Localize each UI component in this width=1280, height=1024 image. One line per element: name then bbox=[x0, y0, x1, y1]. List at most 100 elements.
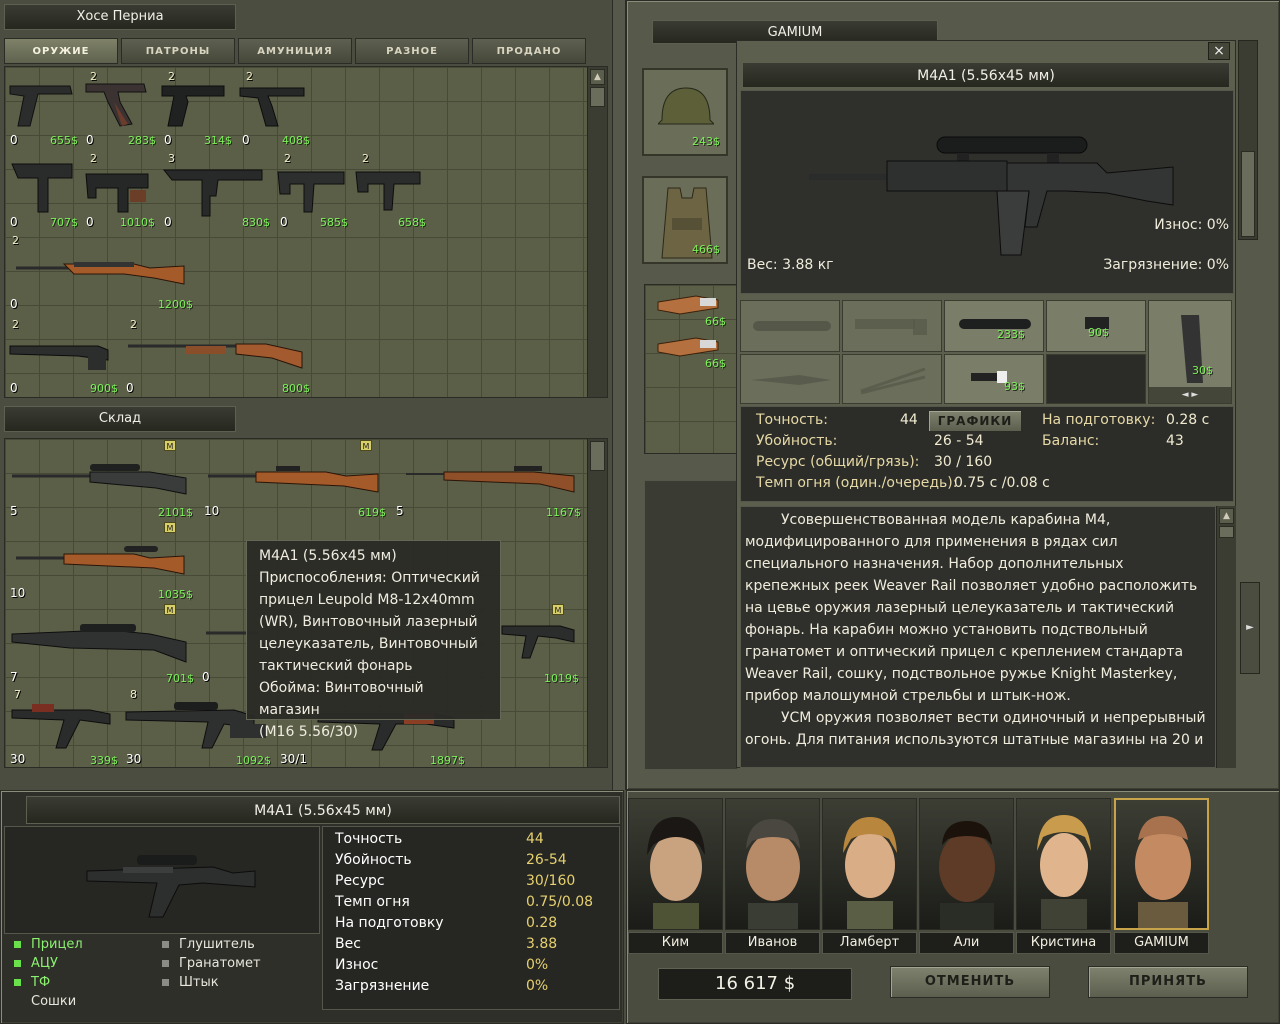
scroll-up-arrow-icon[interactable]: ▲ bbox=[590, 69, 605, 85]
pistol-icon[interactable] bbox=[238, 84, 308, 130]
shotgun-icon[interactable] bbox=[8, 340, 112, 374]
attachment-slot[interactable]: 90$ bbox=[1046, 300, 1146, 352]
buyer-scrollbar[interactable] bbox=[1238, 40, 1258, 240]
tab-misc[interactable]: РАЗНОЕ bbox=[355, 38, 469, 64]
face-icon bbox=[647, 817, 705, 929]
graphs-button[interactable]: ГРАФИКИ bbox=[928, 410, 1022, 432]
buyer-inventory-slot[interactable]: 466$ bbox=[642, 176, 728, 264]
tooltip-line: (M16 5.56/30) bbox=[259, 724, 358, 740]
portrait-kristina[interactable] bbox=[1016, 798, 1111, 930]
expand-arrow-button[interactable]: ► bbox=[1240, 582, 1260, 674]
item-count: 0 bbox=[202, 670, 210, 684]
rifle-icon[interactable] bbox=[14, 254, 188, 290]
bipod-icon bbox=[860, 367, 926, 395]
cancel-button[interactable]: ОТМЕНИТЬ bbox=[890, 966, 1050, 998]
scroll-thumb[interactable] bbox=[590, 441, 605, 471]
panel-divider bbox=[612, 0, 626, 790]
item-price: 283$ bbox=[128, 134, 156, 147]
option-laser: АЦУ bbox=[14, 956, 58, 971]
scroll-thumb[interactable] bbox=[590, 87, 605, 107]
shotgun-icon[interactable] bbox=[126, 338, 304, 374]
sniper-rifle-icon[interactable] bbox=[10, 460, 188, 498]
stat-value: 0.28 с bbox=[1166, 412, 1210, 428]
item-qty: 2 bbox=[12, 234, 19, 247]
magazine-arrows[interactable]: ◄ ► bbox=[1149, 387, 1231, 403]
item-price: 585$ bbox=[320, 216, 348, 229]
attachment-slot[interactable]: 30$ ◄ ► bbox=[1148, 300, 1232, 404]
attachment-slot[interactable] bbox=[842, 300, 942, 352]
attachment-slot[interactable] bbox=[740, 354, 840, 404]
portrait-name: Ламберт bbox=[822, 932, 917, 954]
description-scrollbar[interactable]: ▲ bbox=[1216, 506, 1236, 768]
portrait-ali[interactable] bbox=[919, 798, 1014, 930]
portrait-kim[interactable] bbox=[628, 798, 723, 930]
description-paragraph: Усовершенствованная модель карабина M4, … bbox=[745, 512, 1198, 704]
assault-rifle-icon bbox=[86, 855, 256, 918]
seller-scrollbar[interactable]: ▲ bbox=[587, 67, 607, 397]
pistol-icon[interactable] bbox=[84, 80, 150, 130]
shotgun-icon[interactable] bbox=[10, 620, 188, 666]
portrait-gamium[interactable] bbox=[1114, 798, 1209, 930]
stat-label: Убойность: bbox=[756, 433, 838, 449]
item-price: 2101$ bbox=[158, 506, 193, 519]
item-count: 7 bbox=[10, 670, 18, 684]
item-price: 339$ bbox=[90, 754, 118, 767]
rifle-icon[interactable] bbox=[14, 544, 188, 578]
portrait-lambert[interactable] bbox=[822, 798, 917, 930]
close-button[interactable]: × bbox=[1208, 42, 1230, 60]
face-icon bbox=[1135, 816, 1191, 928]
assault-rifle-icon[interactable] bbox=[500, 618, 576, 662]
rifle-icon[interactable] bbox=[404, 464, 576, 496]
tab-weapons[interactable]: ОРУЖИЕ bbox=[4, 38, 118, 64]
assault-rifle-icon[interactable] bbox=[10, 700, 114, 752]
stat-label: Темп огня (один./очередь): bbox=[756, 475, 958, 491]
rifle-icon[interactable] bbox=[206, 464, 382, 496]
smg-icon[interactable] bbox=[8, 160, 74, 216]
smg-icon[interactable] bbox=[276, 166, 346, 216]
storage-scrollbar[interactable] bbox=[587, 439, 607, 767]
item-count: 0 bbox=[10, 133, 18, 147]
portrait-name: Али bbox=[919, 932, 1014, 954]
scroll-up-arrow-icon[interactable]: ▲ bbox=[1219, 508, 1234, 524]
scroll-thumb[interactable] bbox=[1219, 526, 1234, 538]
option-flashlight: ТФ bbox=[14, 975, 50, 990]
attachment-slot[interactable] bbox=[842, 354, 942, 404]
stat-label: Ресурс (общий/грязь): bbox=[756, 454, 920, 470]
tab-ammo[interactable]: ПАТРОНЫ bbox=[121, 38, 235, 64]
attachment-slot[interactable]: 93$ bbox=[944, 354, 1044, 404]
smg-icon[interactable] bbox=[84, 168, 152, 216]
portrait-ivanov[interactable] bbox=[725, 798, 820, 930]
item-price: 90$ bbox=[1088, 326, 1109, 339]
smg-icon[interactable] bbox=[354, 166, 422, 214]
tab-sold[interactable]: ПРОДАНО bbox=[472, 38, 586, 64]
item-qty: 2 bbox=[362, 152, 369, 165]
scroll-thumb[interactable] bbox=[1241, 151, 1255, 237]
stat-value: 44 bbox=[526, 831, 544, 847]
pistol-icon[interactable] bbox=[160, 84, 226, 130]
item-price: 619$ bbox=[358, 506, 386, 519]
stat-label: Баланс: bbox=[1042, 433, 1100, 449]
tooltip-line: Приспособления: Оптический bbox=[259, 570, 480, 586]
item-count: 0 bbox=[126, 381, 134, 395]
pistol-icon[interactable] bbox=[8, 82, 74, 130]
buyer-inventory-slot[interactable]: 66$ bbox=[646, 330, 728, 370]
m4a1-rifle-icon bbox=[809, 136, 1174, 256]
item-tooltip: M4A1 (5.56x45 мм) Приспособления: Оптиче… bbox=[246, 540, 501, 740]
buyer-inventory-slot[interactable]: 66$ bbox=[646, 288, 728, 328]
item-price: 466$ bbox=[692, 243, 720, 256]
item-price: 830$ bbox=[242, 216, 270, 229]
flashlight-icon bbox=[971, 371, 1007, 383]
buyer-inventory-slot[interactable]: 243$ bbox=[642, 68, 728, 156]
option-grenade-launcher: Гранатомет bbox=[162, 956, 261, 971]
seller-name-bar: Хосе Перниа bbox=[4, 4, 236, 30]
grenade-launcher-icon bbox=[855, 319, 927, 335]
item-count: 30 bbox=[10, 752, 26, 766]
status-dot-icon bbox=[162, 979, 169, 986]
smg-icon[interactable] bbox=[162, 160, 266, 220]
item-price: 93$ bbox=[1004, 380, 1025, 393]
tab-equipment[interactable]: АМУНИЦИЯ bbox=[238, 38, 352, 64]
item-price: 658$ bbox=[398, 216, 426, 229]
accept-button[interactable]: ПРИНЯТЬ bbox=[1088, 966, 1248, 998]
attachment-slot[interactable] bbox=[740, 300, 840, 352]
attachment-slot[interactable]: 233$ bbox=[944, 300, 1044, 352]
